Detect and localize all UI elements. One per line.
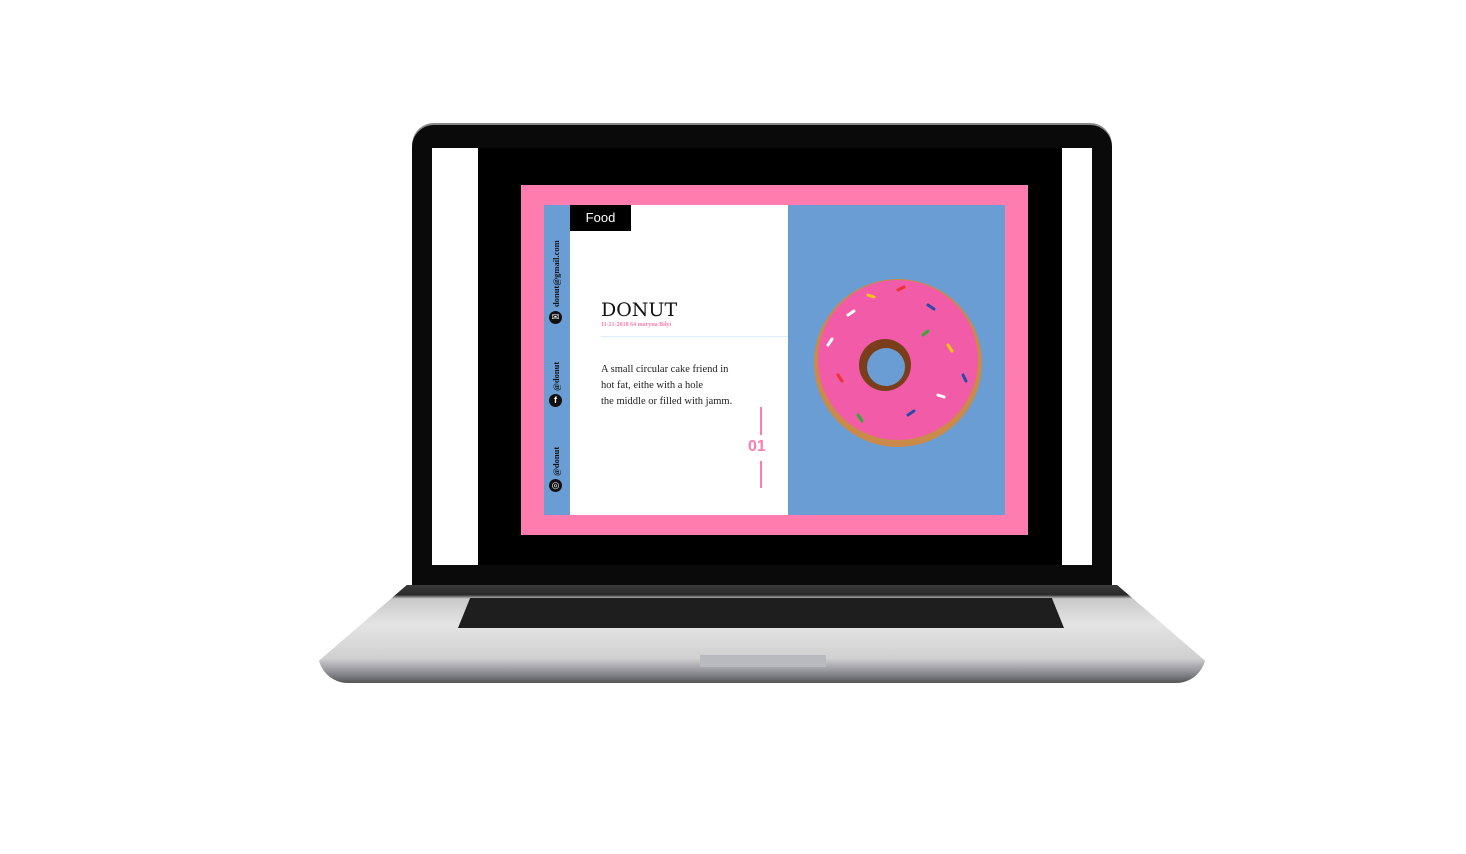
email-icon: ✉ — [549, 311, 562, 324]
facebook-link[interactable]: @donut — [551, 362, 561, 391]
trackpad-notch — [700, 655, 826, 667]
donut-image — [814, 279, 982, 447]
keyboard — [458, 598, 1064, 628]
page-title: DONUT — [601, 299, 678, 321]
email-link[interactable]: donut@gmail.com — [551, 240, 561, 307]
facebook-icon: f — [549, 394, 562, 407]
description: A small circular cake friend in hot fat,… — [601, 362, 751, 410]
description-line: hot fat, eithe with a hole — [601, 380, 704, 391]
page-number: 01 — [748, 438, 766, 455]
instagram-icon: ◎ — [549, 479, 562, 492]
divider — [601, 336, 788, 337]
post-meta: 11-21-2018 64 maryna Bilyi — [601, 322, 672, 328]
description-line: the middle or filled with jamm. — [601, 396, 733, 407]
content-panel — [570, 205, 788, 515]
image-panel — [788, 205, 1005, 515]
category-tag[interactable]: Food — [570, 205, 631, 231]
page-line-bottom — [760, 461, 762, 488]
page-line-top — [760, 407, 762, 435]
instagram-link[interactable]: @donut — [551, 447, 561, 476]
description-line: A small circular cake friend in — [601, 364, 729, 375]
